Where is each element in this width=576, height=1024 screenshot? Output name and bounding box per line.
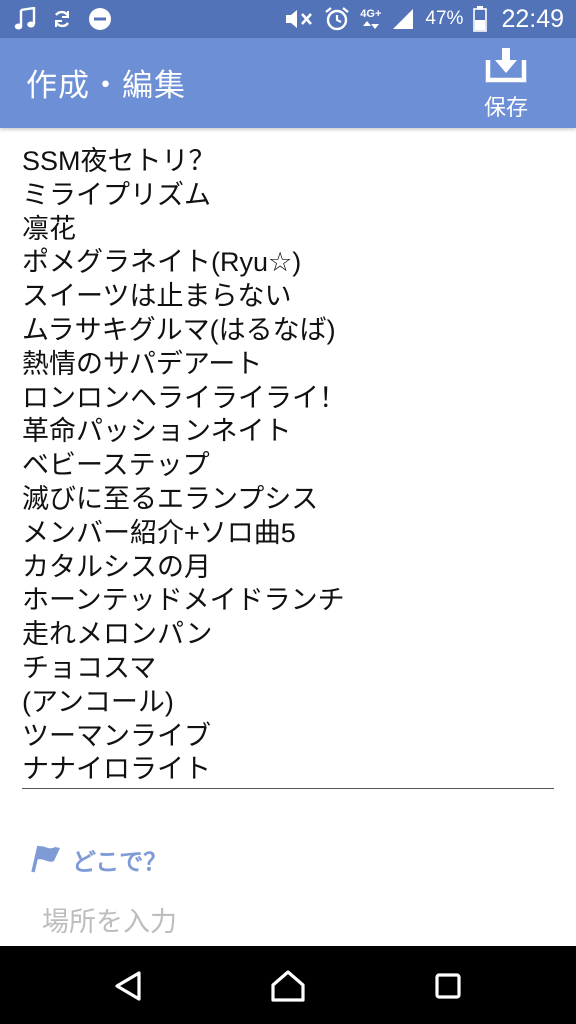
music-note-icon [14,7,36,31]
alarm-icon [324,6,350,32]
mute-icon [284,8,314,30]
setlist-line: メンバー紹介+ソロ曲5 [22,517,296,548]
recent-apps-icon [435,973,461,999]
setlist-line: 熱情のサパデアート [22,348,263,379]
download-save-icon [484,46,528,88]
clock: 22:49 [501,4,564,33]
setlist-line: 革命パッションネイト [22,416,292,447]
signal-icon [391,7,415,31]
setlist-line: 走れメロンパン [22,619,213,650]
location-input[interactable] [42,902,522,942]
home-button[interactable] [264,966,312,1006]
setlist-line: 滅びに至るエランプシス [22,483,319,514]
setlist-line: ミライプリズム [22,179,211,210]
setlist-text-area[interactable]: SSM夜セトリ？ ミライプリズム 凛花 ポメグラネイト(Ryu☆) スイーツは止… [22,145,554,787]
setlist-line: ムラサキグルマ(はるなば) [22,314,336,345]
setlist-line: ポメグラネイト(Ryu☆) [22,247,302,278]
setlist-line: ナナイロライト [22,754,211,785]
navigation-bar [0,946,576,1024]
do-not-disturb-icon [88,7,112,31]
home-icon [271,970,305,1002]
setlist-line: スイーツは止まらない [22,281,292,312]
setlist-line: SSM夜セトリ？ [22,146,216,176]
location-header: どこで？ [30,842,167,877]
setlist-line: カタルシスの月 [22,551,211,582]
setlist-line: ツーマンライブ [22,720,211,751]
save-button[interactable]: 保存 [474,46,538,121]
setlist-line: ロンロンヘライライライ！ [22,382,346,413]
location-label: どこで？ [72,848,168,876]
setlist-line: ベビーステップ [22,450,210,481]
setlist-line: 凛花 [22,213,76,244]
text-area-underline [22,788,554,789]
setlist-line: (アンコール) [22,686,174,717]
back-triangle-icon [115,971,141,1001]
setlist-line: チョコスマ [22,652,157,683]
network-type-indicator: 4G+ [360,7,382,30]
battery-icon [473,6,488,32]
app-bar: 作成・編集 保存 [0,38,576,128]
battery-percent: 47% [425,8,464,29]
network-type-text: 4G+ [360,7,382,20]
page-title: 作成・編集 [26,68,186,104]
save-label: 保存 [483,96,528,121]
status-bar: 4G+ 47% 22:49 [0,0,576,38]
flag-icon [30,843,62,877]
sync-icon [52,9,72,29]
back-button[interactable] [104,966,152,1006]
recent-apps-button[interactable] [424,966,472,1006]
setlist-line: ホーンテッドメイドランチ [22,585,345,616]
